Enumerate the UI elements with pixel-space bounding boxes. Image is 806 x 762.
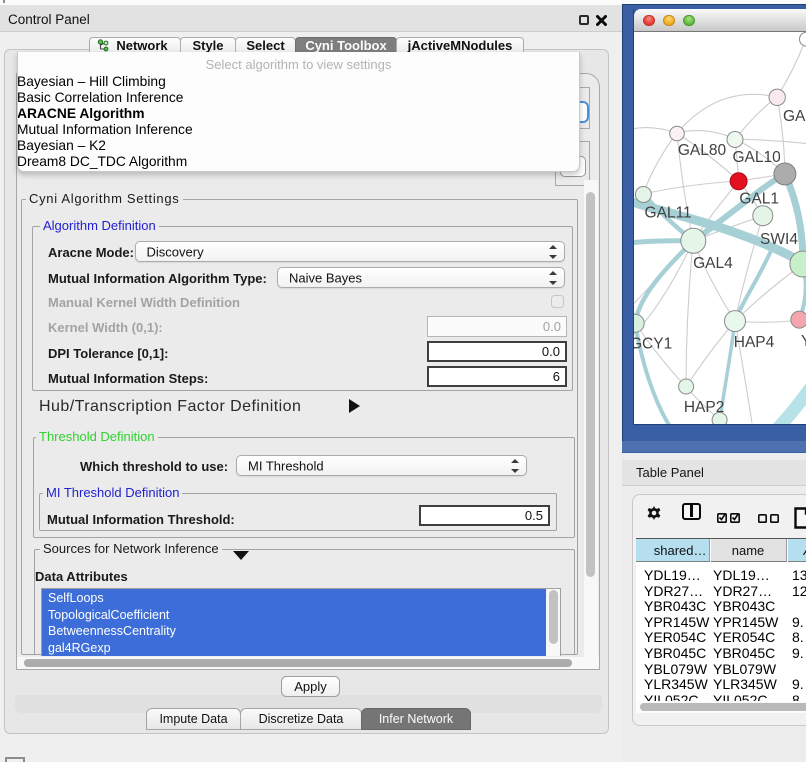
svg-text:HAP4: HAP4 [734,334,775,351]
svg-text:HAP2: HAP2 [684,399,725,416]
svg-text:GAL10: GAL10 [732,149,781,166]
svg-text:GAL80: GAL80 [678,142,727,159]
svg-text:GAL: GAL [783,108,806,125]
svg-text:Y: Y [801,333,806,350]
svg-text:GAL11: GAL11 [645,205,692,222]
svg-text:GCY1: GCY1 [634,336,672,353]
svg-text:GAL4: GAL4 [693,255,733,272]
svg-text:SWI4: SWI4 [760,231,798,248]
svg-text:GAL1: GAL1 [739,191,779,208]
